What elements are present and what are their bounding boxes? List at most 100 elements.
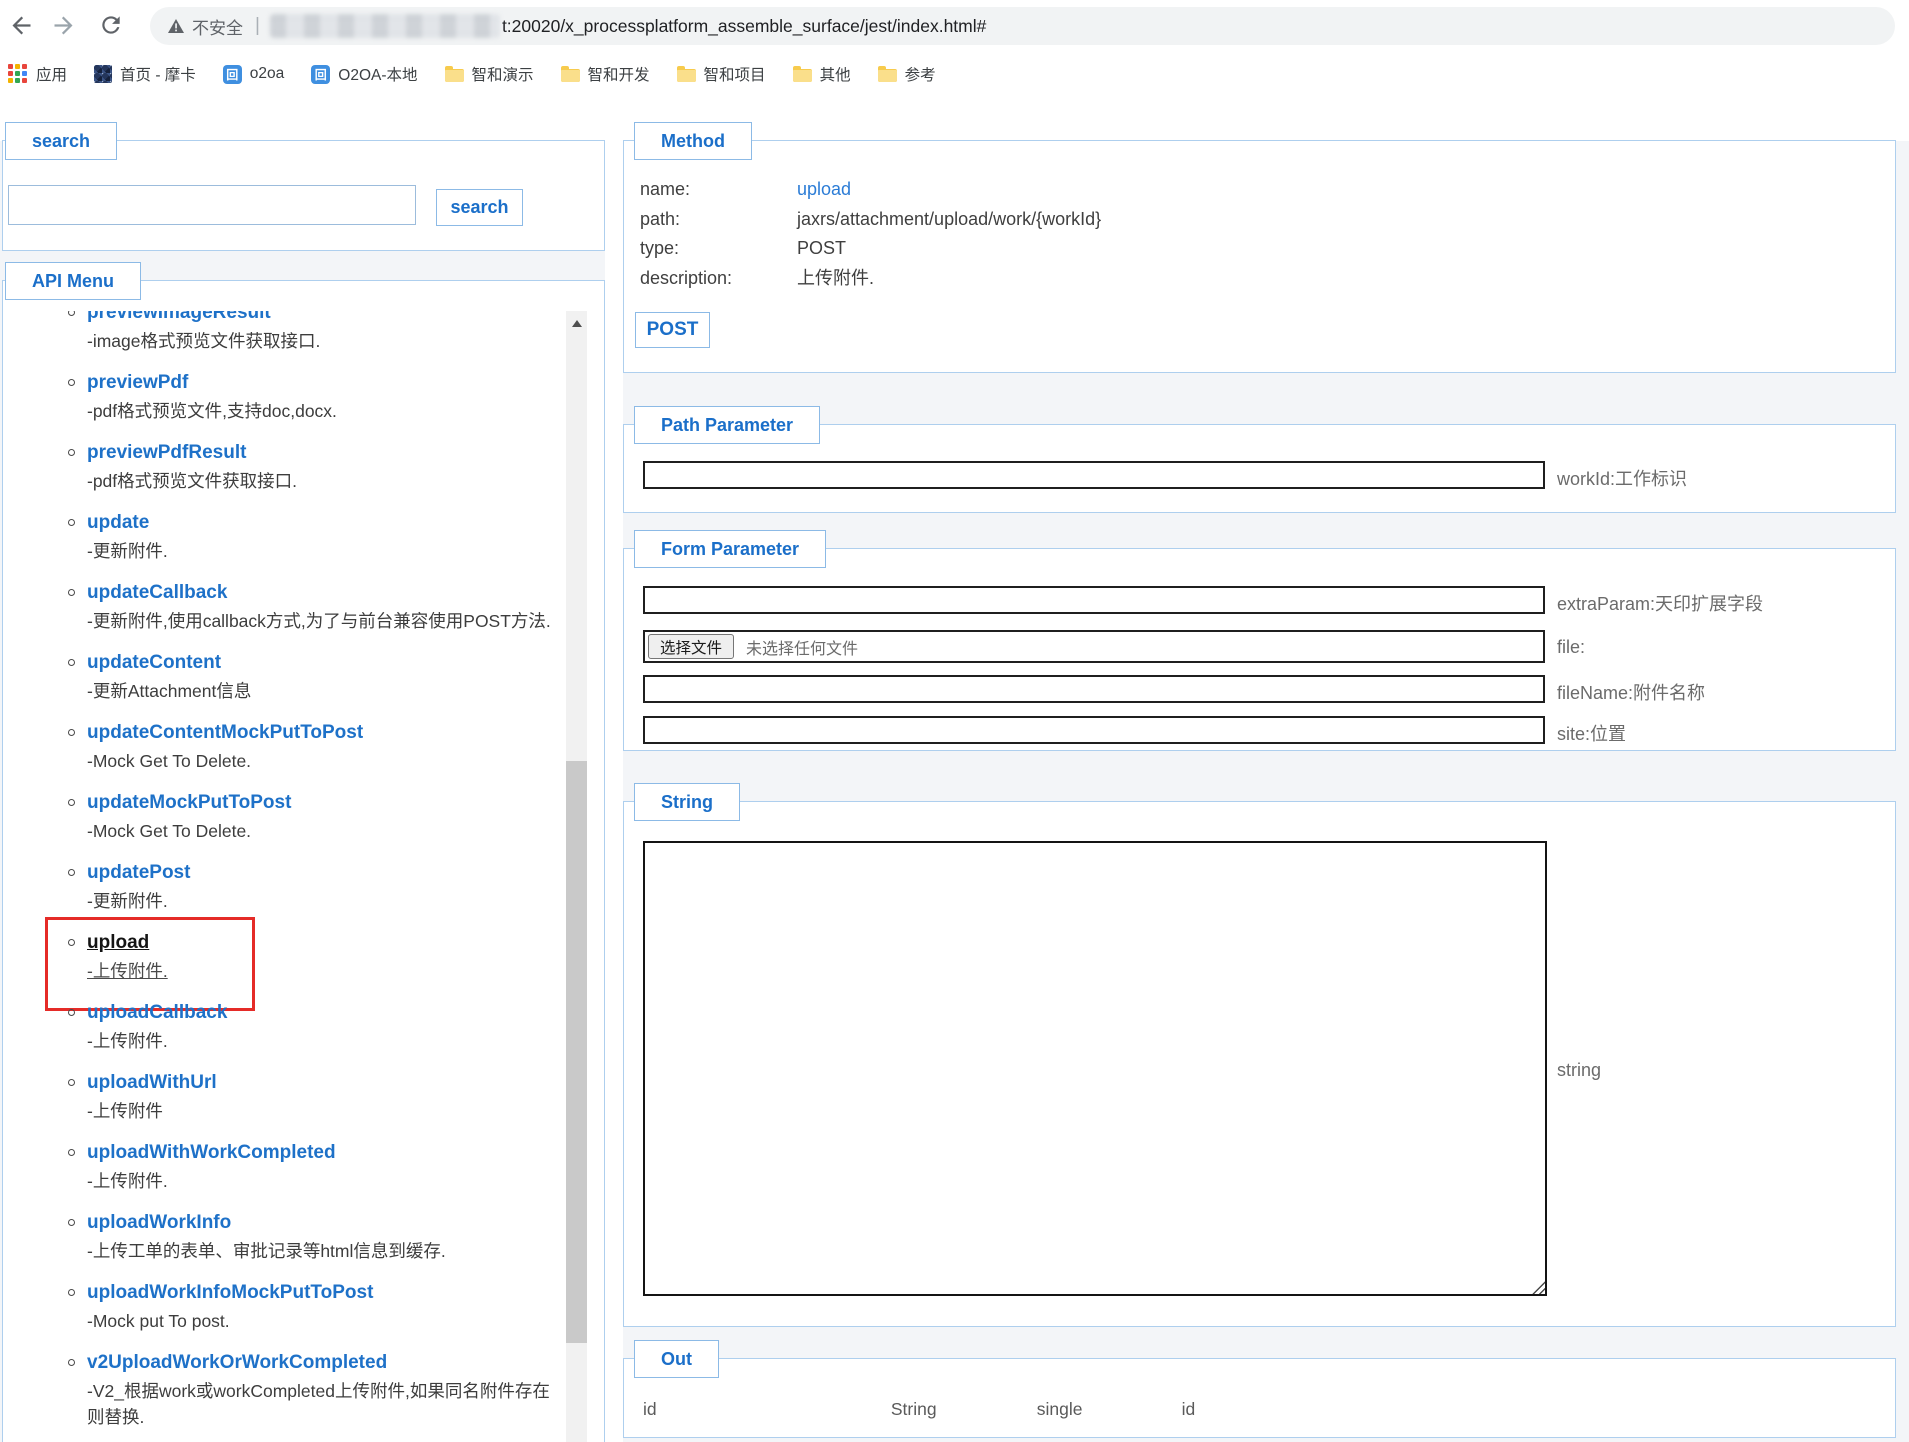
api-method-link[interactable]: uploadWorkInfoMockPutToPost: [87, 1281, 559, 1305]
workid-input[interactable]: [643, 461, 1545, 489]
api-method-link[interactable]: previewPdf: [87, 371, 559, 395]
redacted-host: [270, 14, 500, 38]
api-method-link[interactable]: uploadWithUrl: [87, 1071, 559, 1095]
api-method-desc: -上传附件: [87, 1098, 559, 1124]
address-bar[interactable]: 不安全 | t:20020/x_processplatform_assemble…: [150, 7, 1895, 45]
api-menu-title: API Menu: [5, 262, 141, 300]
form-parameter-section: Form Parameter extraParam:天印扩展字段 选择文件 未选…: [623, 548, 1896, 751]
string-section-title: String: [634, 783, 740, 821]
file-input[interactable]: 选择文件 未选择任何文件: [643, 630, 1545, 663]
api-method-desc: -V2_根据work或workCompleted上传附件,如果同名附件存在则替换…: [87, 1378, 559, 1430]
reload-icon[interactable]: [96, 10, 126, 40]
file-label: file:: [1557, 637, 1585, 658]
api-menu-item[interactable]: updateContentMockPutToPost -Mock Get To …: [87, 721, 559, 774]
file-status-text: 未选择任何文件: [746, 635, 858, 659]
bookmark-item[interactable]: 智和开发: [561, 63, 650, 85]
bookmark-item[interactable]: 应用: [8, 63, 67, 85]
api-method-desc: -Mock Get To Delete.: [87, 818, 559, 844]
api-method-link[interactable]: updateCallback: [87, 581, 559, 605]
api-menu-item[interactable]: uploadCallback -上传附件.: [87, 1001, 559, 1054]
bookmark-item[interactable]: 智和项目: [677, 63, 766, 85]
api-menu-item[interactable]: previewPdfResult -pdf格式预览文件获取接口.: [87, 441, 559, 494]
api-menu-item[interactable]: uploadWithUrl -上传附件: [87, 1071, 559, 1124]
browser-window: 不安全 | t:20020/x_processplatform_assemble…: [0, 0, 1909, 1442]
api-method-desc: -pdf格式预览文件,支持doc,docx.: [87, 398, 559, 424]
api-menu-item[interactable]: uploadWorkInfoMockPutToPost -Mock put To…: [87, 1281, 559, 1334]
out-result-row: id String single id: [643, 1399, 1195, 1420]
method-row-path: path: jaxrs/attachment/upload/work/{work…: [640, 205, 1101, 235]
bookmark-item[interactable]: 首页 - 摩卡: [94, 63, 196, 85]
bookmark-item[interactable]: 其他: [793, 63, 851, 85]
api-menu-item[interactable]: updateCallback -更新附件,使用callback方式,为了与前台兼…: [87, 581, 559, 634]
api-menu-item[interactable]: previewImageResult -image格式预览文件获取接口.: [87, 311, 559, 354]
path-parameter-section: Path Parameter workId:工作标识: [623, 424, 1896, 513]
bullet-icon: [68, 449, 75, 456]
api-method-link[interactable]: uploadCallback: [87, 1001, 559, 1025]
api-method-link[interactable]: update: [87, 511, 559, 535]
api-menu-panel: API Menu previewImageResult -image格式预览文件…: [2, 280, 605, 1442]
bullet-icon: [68, 1149, 75, 1156]
api-method-link[interactable]: upload: [87, 931, 559, 955]
api-method-desc: -更新Attachment信息: [87, 678, 559, 704]
site-input[interactable]: [643, 716, 1545, 744]
bullet-icon: [68, 869, 75, 876]
api-menu-item[interactable]: updateMockPutToPost -Mock Get To Delete.: [87, 791, 559, 844]
api-method-desc: -上传工单的表单、审批记录等html信息到缓存.: [87, 1238, 559, 1264]
out-cell-desc: id: [1182, 1399, 1196, 1420]
extraparam-input[interactable]: [643, 586, 1545, 614]
search-panel: search search: [2, 140, 605, 251]
api-method-link[interactable]: previewPdfResult: [87, 441, 559, 465]
api-method-link[interactable]: updateMockPutToPost: [87, 791, 559, 815]
api-method-link[interactable]: v2UploadWorkOrWorkCompleted: [87, 1351, 559, 1375]
api-method-link[interactable]: updateContentMockPutToPost: [87, 721, 559, 745]
api-menu-item[interactable]: updatePost -更新附件.: [87, 861, 559, 914]
search-panel-title: search: [5, 122, 117, 160]
scrollbar-track[interactable]: [566, 311, 587, 1442]
api-method-link[interactable]: previewImageResult: [87, 311, 559, 325]
string-body-textarea[interactable]: [643, 841, 1547, 1296]
api-menu-item[interactable]: uploadWorkInfo -上传工单的表单、审批记录等html信息到缓存.: [87, 1211, 559, 1264]
api-menu-item[interactable]: uploadWithWorkCompleted -上传附件.: [87, 1141, 559, 1194]
bullet-icon: [68, 1079, 75, 1086]
o2oa-icon: [223, 65, 242, 84]
bookmark-item[interactable]: O2OA-本地: [311, 63, 417, 85]
bookmark-item[interactable]: 智和演示: [445, 63, 534, 85]
security-label: 不安全: [192, 14, 243, 39]
extraparam-label: extraParam:天印扩展字段: [1557, 590, 1763, 616]
api-method-link[interactable]: updatePost: [87, 861, 559, 885]
scrollbar-up-icon[interactable]: [566, 311, 587, 335]
site-label: site:位置: [1557, 720, 1626, 746]
back-icon[interactable]: [6, 10, 36, 40]
url-text: t:20020/x_processplatform_assemble_surfa…: [502, 16, 986, 37]
api-menu-item[interactable]: upload -上传附件.: [87, 931, 559, 984]
method-name-value[interactable]: upload: [797, 175, 851, 205]
bullet-icon: [68, 1009, 75, 1016]
api-method-link[interactable]: uploadWithWorkCompleted: [87, 1141, 559, 1165]
bookmark-item[interactable]: 参考: [878, 63, 936, 85]
path-parameter-title: Path Parameter: [634, 406, 820, 444]
search-input[interactable]: [8, 185, 416, 225]
api-menu-item[interactable]: update -更新附件.: [87, 511, 559, 564]
api-method-link[interactable]: uploadWorkInfo: [87, 1211, 559, 1235]
api-method-link[interactable]: updateContent: [87, 651, 559, 675]
forward-icon[interactable]: [48, 10, 78, 40]
folder-icon: [793, 69, 812, 82]
filename-input[interactable]: [643, 675, 1545, 703]
bookmark-item[interactable]: o2oa: [223, 65, 284, 84]
bullet-icon: [68, 379, 75, 386]
choose-file-button[interactable]: 选择文件: [648, 634, 734, 659]
api-menu-item[interactable]: v2UploadWorkOrWorkCompleted -V2_根据work或w…: [87, 1351, 559, 1430]
api-menu-item[interactable]: updateContent -更新Attachment信息: [87, 651, 559, 704]
api-menu-list: previewImageResult -image格式预览文件获取接口. pre…: [4, 311, 564, 1430]
search-button[interactable]: search: [436, 189, 523, 226]
method-row-description: description: 上传附件.: [640, 264, 1101, 294]
api-menu-item[interactable]: previewPdf -pdf格式预览文件,支持doc,docx.: [87, 371, 559, 424]
apps-grid-icon: [8, 64, 28, 84]
api-method-desc: -上传附件.: [87, 1168, 559, 1194]
api-method-desc: -上传附件.: [87, 1028, 559, 1054]
bullet-icon: [68, 659, 75, 666]
api-method-desc: -更新附件.: [87, 888, 559, 914]
api-method-desc: -更新附件,使用callback方式,为了与前台兼容使用POST方法.: [87, 608, 559, 634]
post-execute-button[interactable]: POST: [635, 312, 710, 348]
scrollbar-thumb[interactable]: [566, 761, 587, 1343]
